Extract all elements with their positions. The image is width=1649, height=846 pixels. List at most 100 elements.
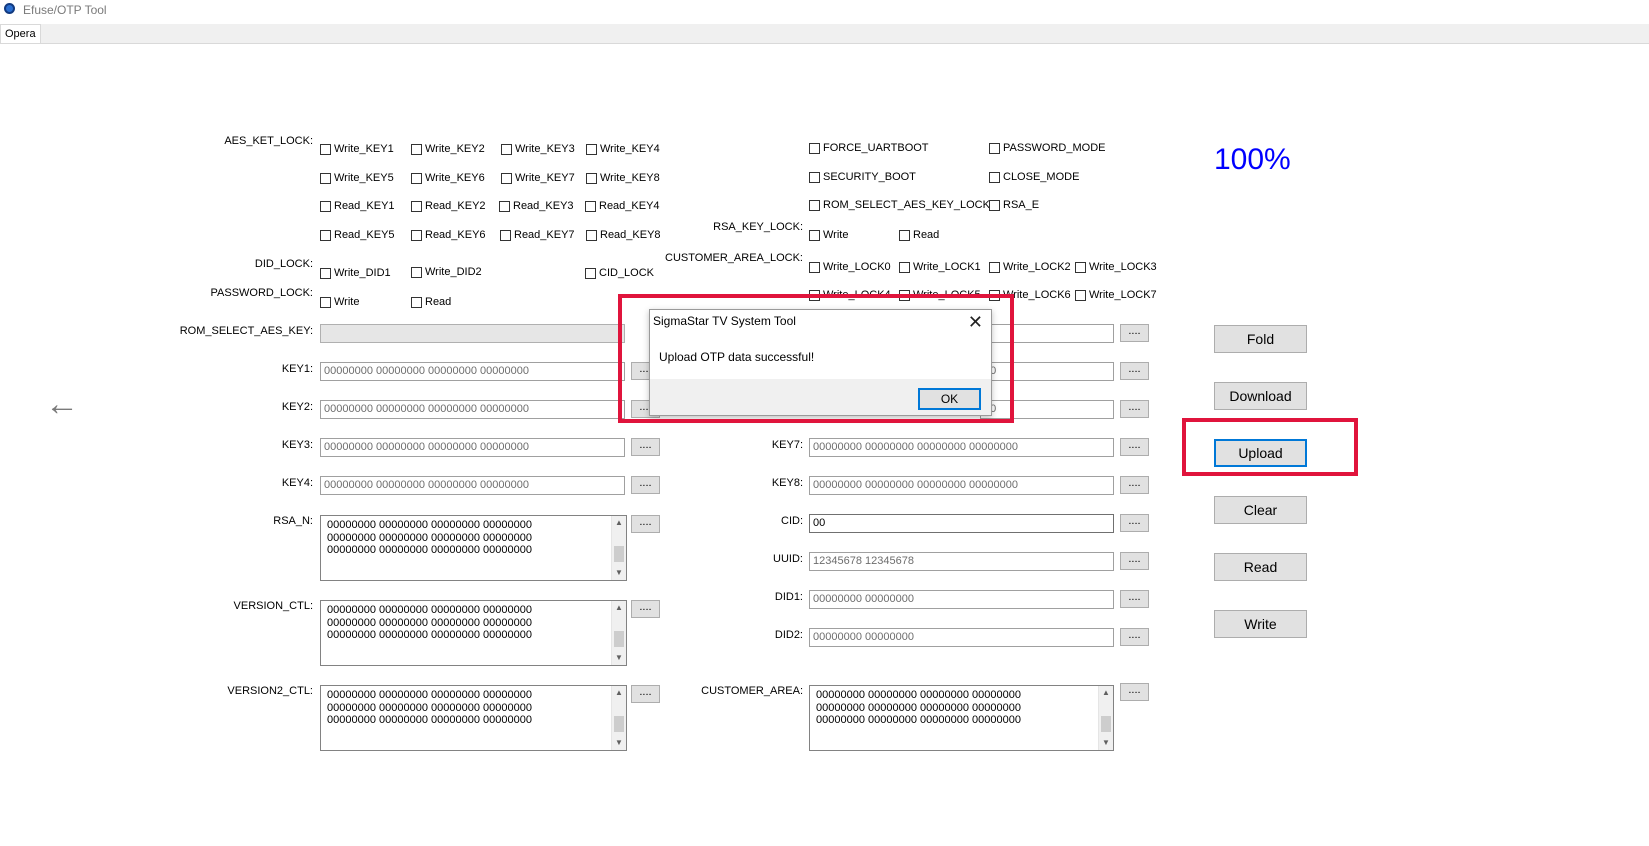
vertical-scrollbar[interactable]: ▲ ▼ xyxy=(611,686,626,750)
checkbox-box[interactable] xyxy=(320,143,331,155)
checkbox-write-key7[interactable]: Write_KEY7 xyxy=(501,172,575,184)
key7-input[interactable]: 00000000 00000000 00000000 00000000 xyxy=(809,438,1114,457)
scroll-up-icon[interactable]: ▲ xyxy=(612,516,626,530)
write-button[interactable]: Write xyxy=(1214,610,1307,638)
checkbox-box[interactable] xyxy=(809,261,820,273)
scroll-down-icon[interactable]: ▼ xyxy=(612,651,626,665)
checkbox-box[interactable] xyxy=(501,172,512,184)
checkbox-rsa-e[interactable]: RSA_E xyxy=(989,199,1039,211)
checkbox-box[interactable] xyxy=(585,267,596,279)
checkbox-box[interactable] xyxy=(989,261,1000,273)
key3-input[interactable]: 00000000 00000000 00000000 00000000 xyxy=(320,438,625,457)
rsa-n-textarea[interactable]: 00000000 00000000 00000000 00000000 0000… xyxy=(320,515,627,581)
checkbox-rom-select-aes-key-lock[interactable]: ROM_SELECT_AES_KEY_LOCK xyxy=(809,199,990,211)
checkbox-rsa-read[interactable]: Read xyxy=(899,229,939,241)
scroll-thumb[interactable] xyxy=(1101,716,1111,732)
version2-ctl-textarea[interactable]: 00000000 00000000 00000000 00000000 0000… xyxy=(320,685,627,751)
checkbox-box[interactable] xyxy=(320,267,331,279)
did2-browse-button[interactable]: .... xyxy=(1120,628,1149,646)
checkbox-box[interactable] xyxy=(809,229,820,241)
checkbox-write-lock1[interactable]: Write_LOCK1 xyxy=(899,261,981,273)
download-button[interactable]: Download xyxy=(1214,382,1307,410)
scroll-thumb[interactable] xyxy=(614,631,624,647)
key6b-browse-button[interactable]: .... xyxy=(1120,400,1149,418)
checkbox-password-write[interactable]: Write xyxy=(320,296,359,308)
scroll-up-icon[interactable]: ▲ xyxy=(1099,686,1113,700)
rom-select-aes-key-combobox[interactable] xyxy=(320,324,625,343)
did1-input[interactable]: 00000000 00000000 xyxy=(809,590,1114,609)
checkbox-security-boot[interactable]: SECURITY_BOOT xyxy=(809,171,916,183)
checkbox-box[interactable] xyxy=(809,199,820,211)
did1-browse-button[interactable]: .... xyxy=(1120,590,1149,608)
checkbox-box[interactable] xyxy=(809,142,820,154)
checkbox-box[interactable] xyxy=(989,171,1000,183)
checkbox-write-key2[interactable]: Write_KEY2 xyxy=(411,143,485,155)
checkbox-box[interactable] xyxy=(501,143,512,155)
checkbox-write-key4[interactable]: Write_KEY4 xyxy=(586,143,660,155)
checkbox-read-key5[interactable]: Read_KEY5 xyxy=(320,229,395,241)
did2-input[interactable]: 00000000 00000000 xyxy=(809,628,1114,647)
checkbox-box[interactable] xyxy=(320,229,331,241)
checkbox-box[interactable] xyxy=(411,266,422,278)
checkbox-box[interactable] xyxy=(899,229,910,241)
scroll-thumb[interactable] xyxy=(614,716,624,732)
fold-button[interactable]: Fold xyxy=(1214,325,1307,353)
key8-input[interactable]: 00000000 00000000 00000000 00000000 xyxy=(809,476,1114,495)
checkbox-box[interactable] xyxy=(500,229,511,241)
checkbox-cid-lock[interactable]: CID_LOCK xyxy=(585,267,654,279)
checkbox-read-key4[interactable]: Read_KEY4 xyxy=(585,200,660,212)
key7-browse-button[interactable]: .... xyxy=(1120,438,1149,456)
scroll-down-icon[interactable]: ▼ xyxy=(612,736,626,750)
checkbox-box[interactable] xyxy=(1075,289,1086,301)
vertical-scrollbar[interactable]: ▲ ▼ xyxy=(611,601,626,665)
checkbox-box[interactable] xyxy=(586,229,597,241)
key3-browse-button[interactable]: .... xyxy=(631,438,660,456)
checkbox-read-key1[interactable]: Read_KEY1 xyxy=(320,200,395,212)
version2-ctl-browse-button[interactable]: .... xyxy=(631,685,660,703)
checkbox-box[interactable] xyxy=(499,200,510,212)
checkbox-box[interactable] xyxy=(989,142,1000,154)
checkbox-write-lock7[interactable]: Write_LOCK7 xyxy=(1075,289,1157,301)
checkbox-box[interactable] xyxy=(411,229,422,241)
vertical-scrollbar[interactable]: ▲ ▼ xyxy=(1098,686,1113,750)
checkbox-box[interactable] xyxy=(586,172,597,184)
vertical-scrollbar[interactable]: ▲ ▼ xyxy=(611,516,626,580)
checkbox-write-key6[interactable]: Write_KEY6 xyxy=(411,172,485,184)
checkbox-write-lock3[interactable]: Write_LOCK3 xyxy=(1075,261,1157,273)
checkbox-box[interactable] xyxy=(899,261,910,273)
version-ctl-browse-button[interactable]: .... xyxy=(631,600,660,618)
checkbox-read-key2[interactable]: Read_KEY2 xyxy=(411,200,486,212)
checkbox-close-mode[interactable]: CLOSE_MODE xyxy=(989,171,1079,183)
tab-opera[interactable]: Opera xyxy=(0,24,41,43)
checkbox-box[interactable] xyxy=(989,199,1000,211)
key6-browse-button[interactable]: .... xyxy=(1120,362,1149,380)
checkbox-box[interactable] xyxy=(411,172,422,184)
key1-input[interactable]: 00000000 00000000 00000000 00000000 xyxy=(320,362,625,381)
checkbox-password-read[interactable]: Read xyxy=(411,296,451,308)
scroll-up-icon[interactable]: ▲ xyxy=(612,601,626,615)
checkbox-write-key8[interactable]: Write_KEY8 xyxy=(586,172,660,184)
key2-input[interactable]: 00000000 00000000 00000000 00000000 xyxy=(320,400,625,419)
key4-browse-button[interactable]: .... xyxy=(631,476,660,494)
checkbox-write-did1[interactable]: Write_DID1 xyxy=(320,267,391,279)
read-button[interactable]: Read xyxy=(1214,553,1307,581)
checkbox-box[interactable] xyxy=(585,200,596,212)
scroll-down-icon[interactable]: ▼ xyxy=(1099,736,1113,750)
cid-input[interactable]: 00 xyxy=(809,514,1114,533)
checkbox-password-mode[interactable]: PASSWORD_MODE xyxy=(989,142,1105,154)
scroll-up-icon[interactable]: ▲ xyxy=(612,686,626,700)
cid-browse-button[interactable]: .... xyxy=(1120,514,1149,532)
checkbox-box[interactable] xyxy=(809,171,820,183)
checkbox-force-uartboot[interactable]: FORCE_UARTBOOT xyxy=(809,142,929,154)
checkbox-write-key3[interactable]: Write_KEY3 xyxy=(501,143,575,155)
checkbox-write-lock2[interactable]: Write_LOCK2 xyxy=(989,261,1071,273)
scroll-thumb[interactable] xyxy=(614,546,624,562)
clear-button[interactable]: Clear xyxy=(1214,496,1307,524)
checkbox-write-key5[interactable]: Write_KEY5 xyxy=(320,172,394,184)
checkbox-read-key6[interactable]: Read_KEY6 xyxy=(411,229,486,241)
version-ctl-textarea[interactable]: 00000000 00000000 00000000 00000000 0000… xyxy=(320,600,627,666)
checkbox-read-key8[interactable]: Read_KEY8 xyxy=(586,229,661,241)
checkbox-box[interactable] xyxy=(1075,261,1086,273)
customer-area-textarea[interactable]: 00000000 00000000 00000000 00000000 0000… xyxy=(809,685,1114,751)
rsa-n-browse-button[interactable]: .... xyxy=(631,515,660,533)
